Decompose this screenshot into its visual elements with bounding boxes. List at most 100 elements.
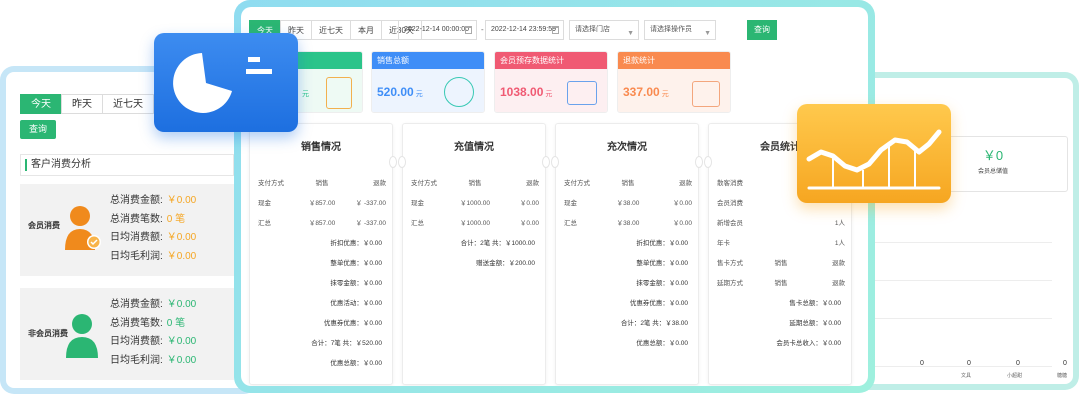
table-row: 现金 ￥857.00 ￥ -337.00 (258, 197, 386, 207)
summary-line: 折扣优惠：￥0.00 (330, 240, 382, 247)
grid-line (872, 280, 1052, 281)
summary-line: 优惠券优惠：￥0.00 (323, 320, 382, 327)
stat-row: 日均消费额: ￥0.00 (110, 333, 196, 352)
summary-line: 抹零金额：￥0.00 (636, 280, 688, 287)
card-notch (695, 156, 703, 168)
cell: 现金 (564, 200, 577, 207)
cell: ￥1000.00 (460, 200, 490, 207)
stat-value: 0 笔 (166, 317, 186, 329)
recharge-column: 充值情况 支付方式 销售 退款 现金 ￥1000.00 ￥0.00 汇总 ￥1000.00… (398, 123, 550, 385)
non-member-person-icon (66, 314, 98, 358)
non-member-consumption-box: 非会员消费 总消费金额: ￥0.00 总消费笔数: 0 笔 日均消费额: ￥0.00 … (20, 288, 234, 380)
date-separator: - (481, 25, 484, 34)
table-header: 支付方式 销售 退款 (258, 177, 386, 187)
calendar-icon (552, 26, 559, 34)
stat-value: ￥0.00 (166, 232, 197, 243)
tab-last-7-days[interactable]: 近七天 (102, 94, 154, 114)
tab-yesterday[interactable]: 昨天 (61, 94, 103, 114)
cell: 汇总 (411, 220, 424, 227)
cell: 汇总 (258, 220, 271, 227)
store-select[interactable]: 请选择门店 ▼ (569, 20, 639, 40)
store-select-placeholder: 请选择门店 (575, 26, 610, 33)
sales-overview-card: 今天 昨天 近七天 本月 近30天 2022-12-14 00:00:00 - … (241, 7, 868, 386)
category-label: 文具 (961, 373, 972, 379)
kv-label: 新增会员 (717, 220, 743, 227)
stat-card-value: 520.00 (377, 85, 414, 99)
query-button[interactable]: 查询 (20, 120, 56, 139)
table-header: 支付方式 销售 退款 (411, 177, 539, 187)
summary-line: 合计：7笔 共：￥520.00 (311, 340, 382, 347)
summary-line: 优惠活动：￥0.00 (330, 300, 382, 307)
kv-label: 散客消费 (717, 180, 743, 187)
bar-value: 0 (1016, 360, 1020, 367)
card-notch (704, 156, 712, 168)
col-pay-method: 支付方式 (564, 180, 590, 187)
stat-card-body: 1038.00 元 (495, 69, 607, 112)
table-row: 现金 ￥38.00 ￥0.00 (564, 197, 692, 207)
table-row: 汇总 ￥1000.00 ￥0.00 (411, 217, 539, 227)
summary-line: 整单优惠：￥0.00 (330, 260, 382, 267)
stat-row: 总消费笔数: 0 笔 (110, 315, 196, 334)
operator-select[interactable]: 请选择操作员 ▼ (644, 20, 716, 40)
tab-this-month[interactable]: 本月 (350, 20, 382, 40)
col-refund: 退款 (679, 180, 693, 187)
end-date-input[interactable]: 2022-12-14 23:59:59 (485, 20, 564, 40)
col-sales: 销售 (468, 180, 482, 187)
summary-line: 优惠券优惠：￥0.00 (629, 300, 688, 307)
col-refund: 退款 (526, 180, 540, 187)
stat-card-sales-total: 销售总额 520.00 元 (371, 51, 485, 113)
non-member-consumption-label: 非会员消费 (28, 329, 68, 338)
cell: ￥ -337.00 (355, 220, 387, 227)
start-date-value: 2022-12-14 00:00:00 (404, 26, 469, 33)
start-date-input[interactable]: 2022-12-14 00:00:00 (398, 20, 477, 40)
table-header: 支付方式 销售 退款 (564, 177, 692, 187)
summary-line: 合计：2笔 共：￥38.00 (620, 320, 688, 327)
col-refund: 退款 (832, 260, 846, 267)
return-box-icon (692, 81, 720, 107)
kv-label: 会员消费 (717, 200, 743, 207)
yuan-coin-icon (444, 77, 474, 107)
stat-label: 总消费金额: (110, 195, 163, 206)
times-column: 充次情况 支付方式 销售 退款 现金 ￥38.00 ￥0.00 汇总 ￥38.00 ￥0.0… (551, 123, 703, 385)
cell: 现金 (258, 200, 271, 207)
stat-label: 日均消费额: (110, 232, 163, 243)
card-notch (542, 156, 550, 168)
summary-line: 整单优惠：￥0.00 (636, 260, 688, 267)
table-header: 延期方式 销售 退款 (717, 277, 845, 287)
card-notch (398, 156, 406, 168)
col-extend-method: 延期方式 (717, 280, 743, 287)
stat-card-body: 520.00 元 (372, 69, 484, 112)
stat-value: ￥0.00 (166, 354, 197, 366)
summary-line: 优惠总额：￥0.00 (330, 360, 382, 367)
stat-row: 日均消费额: ￥0.00 (110, 229, 196, 248)
stat-value: ￥0.00 (166, 250, 197, 262)
query-button[interactable]: 查询 (747, 20, 777, 40)
non-member-consumption-stats: 总消费金额: ￥0.00 总消费笔数: 0 笔 日均消费额: ￥0.00 日均毛利润:… (110, 296, 196, 370)
tab-today[interactable]: 今天 (20, 94, 62, 114)
summary-line: 售卡总额：￥0.00 (789, 300, 841, 307)
stat-card-value: 1038.00 (500, 85, 544, 99)
recharge-title: 充值情况 (454, 142, 494, 153)
stat-label: 日均毛利润: (110, 250, 163, 262)
stat-row: 总消费笔数: 0 笔 (110, 211, 196, 230)
operator-select-placeholder: 请选择操作员 (650, 26, 692, 33)
table-row: 汇总 ￥857.00 ￥ -337.00 (258, 217, 386, 227)
summary-line: 合计：2笔 共：￥1000.00 (460, 240, 535, 247)
stat-card-value: 337.00 (623, 85, 660, 99)
stat-row: 总消费金额: ￥0.00 (110, 192, 196, 211)
kv-row: 年卡 1人 (717, 237, 845, 247)
vip-card-icon (567, 81, 597, 105)
stat-card-unit: 元 (302, 91, 309, 98)
bar-value: 0 (920, 360, 924, 367)
cell: ￥0.00 (672, 200, 693, 207)
stat-card-unit: 元 (545, 91, 553, 98)
member-person-icon (65, 206, 101, 250)
tab-last-7-days[interactable]: 近七天 (311, 20, 351, 40)
member-consumption-box: 会员消费 总消费金额: ￥0.00 总消费笔数: 0 笔 日均消费额: ￥0.00 日… (20, 184, 234, 276)
kv-value: 1人 (834, 220, 846, 227)
summary-line: 延期总额：￥0.00 (789, 320, 841, 327)
stat-row: 总消费金额: ￥0.00 (110, 296, 196, 315)
table-row: 汇总 ￥38.00 ￥0.00 (564, 217, 692, 227)
line-chart-icon (797, 104, 951, 203)
kv-label: 年卡 (717, 240, 730, 247)
